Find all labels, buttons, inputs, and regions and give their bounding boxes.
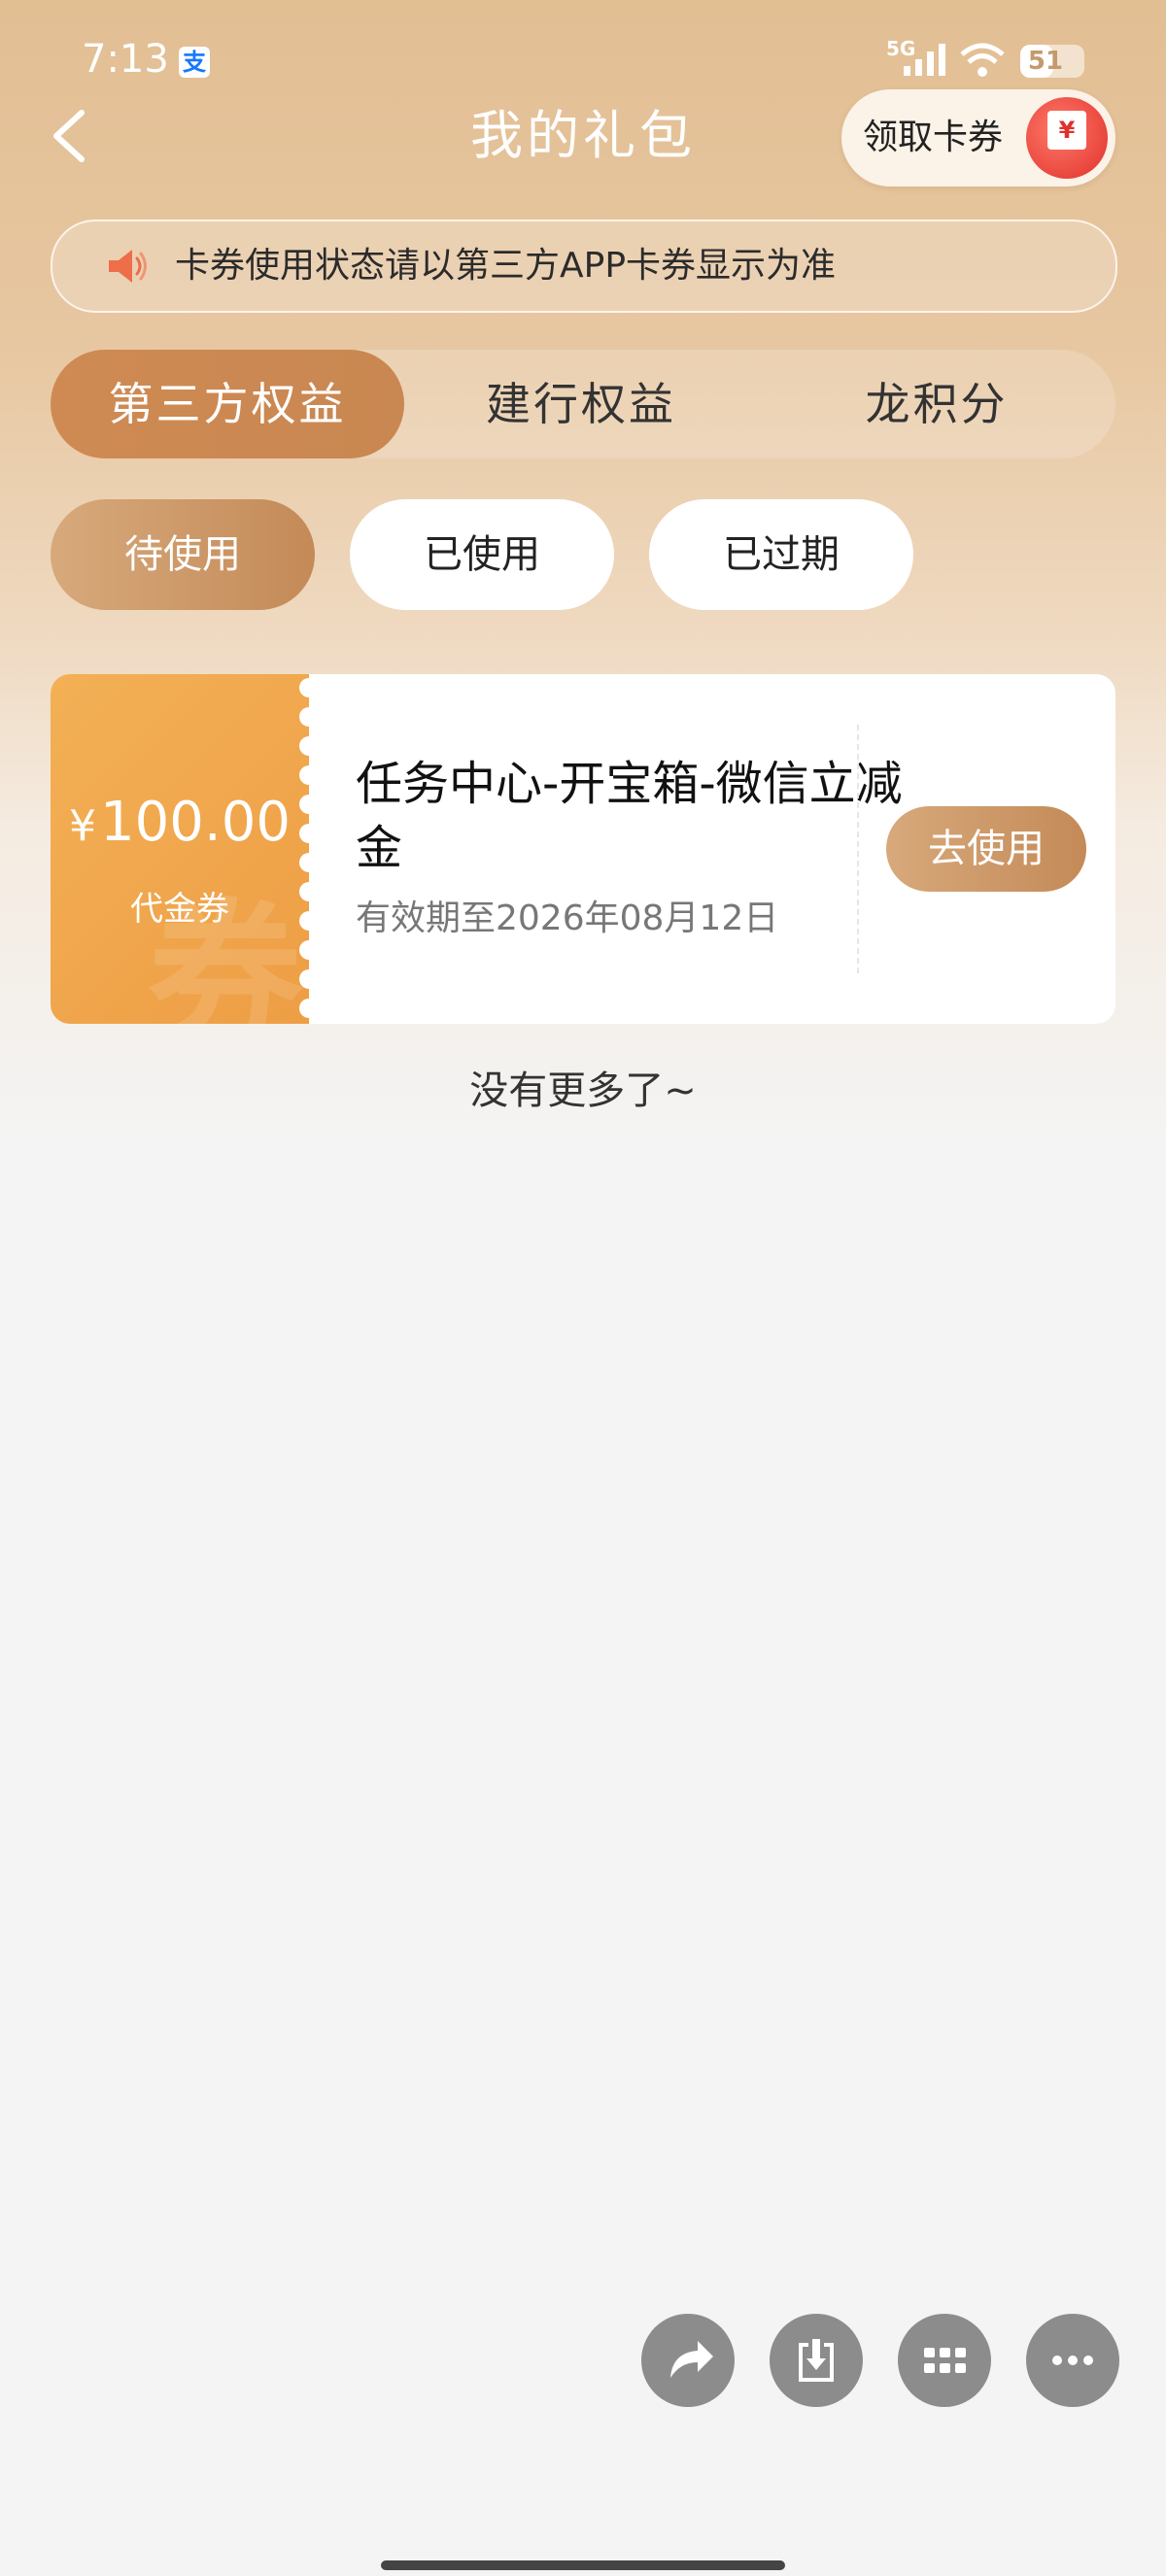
download-button[interactable] [770,2314,863,2407]
coupon-amount: ¥100.00 [51,791,309,854]
filter-expired[interactable]: 已过期 [649,499,913,610]
main-tabs: 第三方权益 建行权益 龙积分 [51,350,1115,458]
tab-long-points[interactable]: 龙积分 [758,350,1115,458]
coupon-title: 任务中心-开宝箱-微信立减金 [356,757,903,875]
status-filter: 待使用 已使用 已过期 [51,499,1119,610]
apps-button[interactable] [898,2314,991,2407]
perforation-dot [299,999,319,1018]
download-icon [799,2339,834,2382]
battery-percent: 51 [1027,47,1064,76]
signal-icon [904,44,945,76]
back-button[interactable] [39,97,97,175]
coupon-divider [857,725,859,973]
perforation-dot [299,882,319,901]
tab-ccb-benefits[interactable]: 建行权益 [404,350,758,458]
filter-unused[interactable]: 待使用 [51,499,315,610]
perforation-dot [299,678,319,697]
coupon-currency: ¥ [69,801,97,851]
more-icon [1052,2356,1093,2365]
battery-icon: 51 [1020,45,1084,78]
no-more-text: 没有更多了~ [469,1068,697,1113]
coupon-card: 券 ¥100.00 代金券 任务中心-开宝箱-微信立减金 有效期至2026年08… [51,674,1115,1024]
yuan-coupon-icon: ¥ [1047,111,1086,150]
more-button[interactable] [1026,2314,1119,2407]
speaker-icon [109,250,147,283]
page-title: 我的礼包 [470,105,696,166]
coupon-type: 代金券 [130,890,229,929]
notice-text: 卡券使用状态请以第三方APP卡券显示为准 [175,246,837,286]
perforation-dot [299,853,319,872]
coupon-amount-value: 100.00 [100,791,291,854]
perforation-dot [299,911,319,931]
coupon-value-panel: 券 ¥100.00 代金券 [51,674,309,1024]
perforation-dot [299,940,319,960]
filter-used[interactable]: 已使用 [350,499,614,610]
perforation-dot [299,736,319,756]
grid-icon [924,2348,966,2373]
share-button[interactable] [641,2314,735,2407]
status-time: 7:13 [82,37,169,82]
perforation-dot [299,707,319,727]
perforation-dot [299,969,319,989]
tab-third-party-benefits[interactable]: 第三方权益 [51,350,404,458]
claim-coupon-button[interactable]: 领取卡券 ¥ [841,89,1115,186]
alipay-icon: 支 [179,47,210,78]
wifi-icon [960,43,1005,77]
perforation-dot [299,795,319,814]
home-indicator[interactable] [381,2560,785,2570]
coupon-expiry: 有效期至2026年08月12日 [356,898,779,938]
red-envelope-icon: ¥ [1026,97,1108,179]
notice-bar: 卡券使用状态请以第三方APP卡券显示为准 [51,220,1117,313]
share-icon [670,2341,713,2378]
use-coupon-button[interactable]: 去使用 [886,806,1086,892]
coupon-perforation [299,674,319,1024]
claim-coupon-label: 领取卡券 [863,118,1004,157]
coupon-watermark: 券 [148,884,304,1024]
perforation-dot [299,765,319,785]
perforation-dot [299,824,319,843]
